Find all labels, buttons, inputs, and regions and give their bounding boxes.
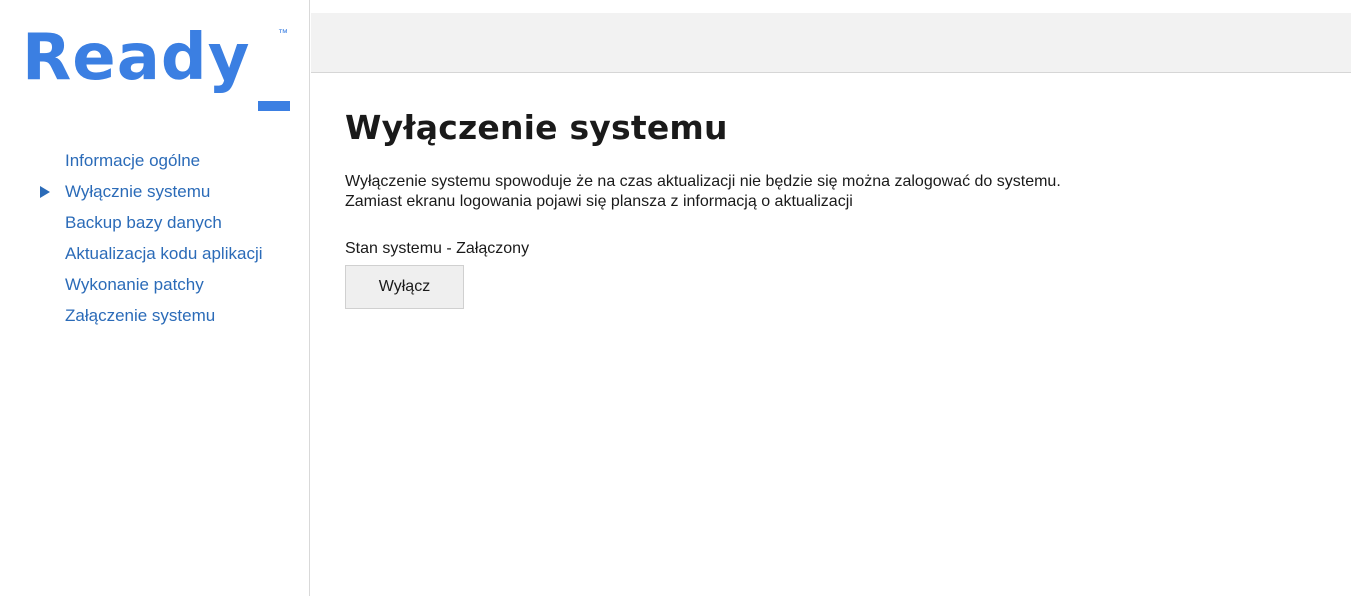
sidebar-item-label: Załączenie systemu bbox=[65, 306, 216, 325]
sidebar: Ready ™ Informacje ogólne Wyłącznie syst… bbox=[0, 0, 310, 596]
logo-text: Ready bbox=[22, 21, 251, 95]
app-window: Ready ™ Informacje ogólne Wyłącznie syst… bbox=[0, 0, 1351, 596]
top-bar bbox=[311, 13, 1351, 73]
sidebar-item-label: Wykonanie patchy bbox=[65, 275, 204, 294]
shutdown-button[interactable]: Wyłącz bbox=[345, 265, 464, 309]
sidebar-item-code-update[interactable]: Aktualizacja kodu aplikacji bbox=[0, 238, 310, 269]
sidebar-item-label: Aktualizacja kodu aplikacji bbox=[65, 244, 263, 263]
sidebar-item-label: Informacje ogólne bbox=[65, 151, 201, 170]
sidebar-nav: Informacje ogólne Wyłącznie systemu Back… bbox=[0, 145, 310, 331]
description-line-1: Wyłączenie systemu spowoduje że na czas … bbox=[345, 173, 1061, 190]
sidebar-item-system-enable[interactable]: Załączenie systemu bbox=[0, 300, 310, 331]
sidebar-item-system-shutdown[interactable]: Wyłącznie systemu bbox=[0, 176, 310, 207]
logo: Ready ™ bbox=[22, 18, 302, 111]
description: Wyłączenie systemu spowoduje że na czas … bbox=[345, 172, 1335, 212]
sidebar-item-general-info[interactable]: Informacje ogólne bbox=[0, 145, 310, 176]
main-content: Wyłączenie systemu Wyłączenie systemu sp… bbox=[345, 100, 1335, 309]
sidebar-item-label: Wyłącznie systemu bbox=[65, 182, 211, 201]
active-arrow-icon bbox=[40, 186, 50, 198]
description-line-2: Zamiast ekranu logowania pojawi się plan… bbox=[345, 193, 853, 210]
trademark-symbol: ™ bbox=[278, 28, 288, 39]
page-title: Wyłączenie systemu bbox=[345, 108, 728, 147]
logo-underscore bbox=[258, 101, 290, 111]
sidebar-item-apply-patches[interactable]: Wykonanie patchy bbox=[0, 269, 310, 300]
sidebar-item-label: Backup bazy danych bbox=[65, 213, 222, 232]
sidebar-item-database-backup[interactable]: Backup bazy danych bbox=[0, 207, 310, 238]
system-status: Stan systemu - Załączony bbox=[345, 240, 530, 257]
